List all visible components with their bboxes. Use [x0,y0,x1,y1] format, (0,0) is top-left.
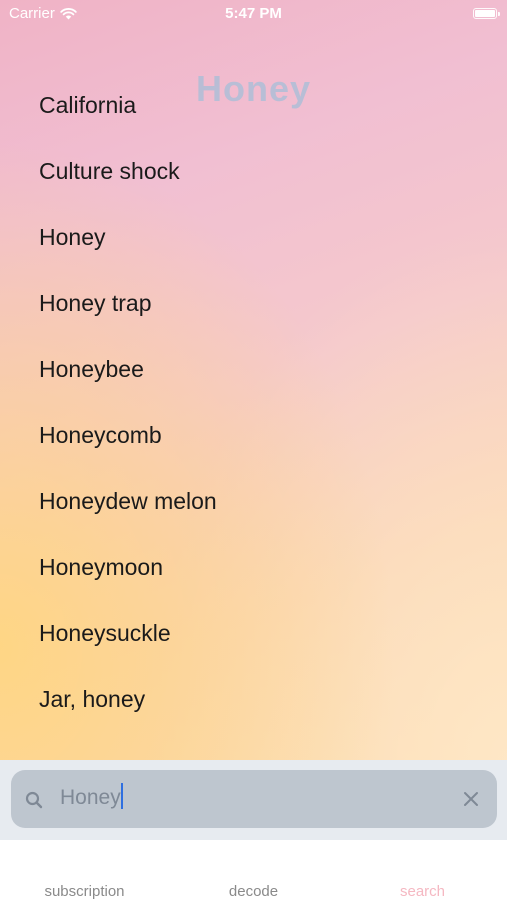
search-value: Honey [60,786,121,809]
result-item[interactable]: Honey trap [39,270,217,336]
result-item[interactable]: Honeycomb [39,402,217,468]
result-item[interactable]: Culture shock [39,138,217,204]
result-item[interactable]: California [39,72,217,138]
search-input[interactable]: Honey [11,770,497,828]
status-time: 5:47 PM [225,5,282,22]
result-item[interactable]: Honey [39,204,217,270]
tab-search[interactable]: search [338,883,507,900]
result-item[interactable]: Honeybee [39,336,217,402]
search-icon [25,791,43,809]
clear-icon[interactable] [463,791,479,807]
tab-decode[interactable]: decode [169,883,338,900]
search-bar-container: Honey [0,760,507,840]
search-value-wrap: Honey [60,783,123,810]
result-item[interactable]: Honeysuckle [39,600,217,666]
status-bar: Carrier 5:47 PM [0,0,507,28]
results-list: California Culture shock Honey Honey tra… [39,72,217,732]
tab-subscription[interactable]: subscription [0,883,169,900]
result-item[interactable]: Honeydew melon [39,468,217,534]
tab-bar: subscription decode search [0,840,507,900]
result-item[interactable]: Honeymoon [39,534,217,600]
battery-icon [473,8,500,19]
app-screen: Carrier 5:47 PM Honey California Culture… [0,0,507,900]
text-caret [120,783,123,810]
result-item[interactable]: Jar, honey [39,666,217,732]
